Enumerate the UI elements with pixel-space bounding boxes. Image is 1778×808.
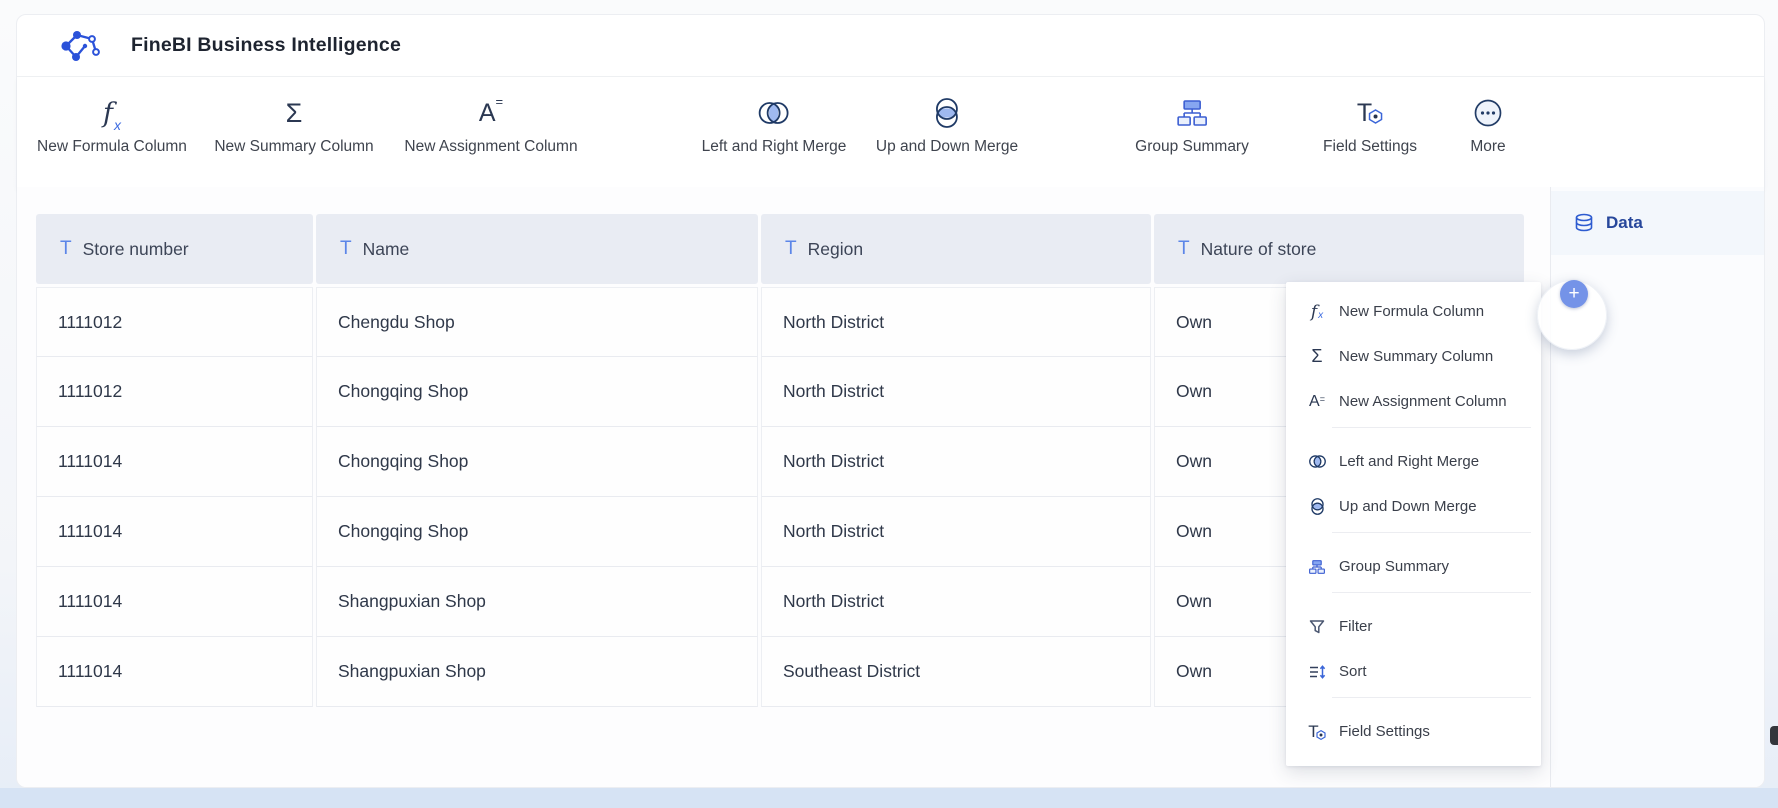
- table-cell: 1111012: [36, 357, 313, 427]
- menu-separator: [1332, 532, 1531, 533]
- table-cell: 1111014: [36, 427, 313, 497]
- toolbar-new-assignment-column[interactable]: A= New Assignment Column: [404, 91, 577, 156]
- menu-item-up-down-merge[interactable]: Up and Down Merge: [1286, 484, 1541, 529]
- venn-horizontal-icon: [1306, 451, 1328, 472]
- table-cell: Southeast District: [761, 637, 1151, 707]
- menu-separator: [1332, 697, 1531, 698]
- table-cell: North District: [761, 357, 1151, 427]
- table-cell: Shangpuxian Shop: [316, 567, 758, 637]
- toolbar-group-summary[interactable]: Group Summary: [1135, 91, 1249, 156]
- data-panel-tab[interactable]: Data: [1551, 191, 1764, 255]
- table-cell: Shangpuxian Shop: [316, 637, 758, 707]
- venn-vertical-icon: [1306, 496, 1328, 517]
- menu-item-left-right-merge[interactable]: Left and Right Merge: [1286, 439, 1541, 484]
- app-title: FineBI Business Intelligence: [131, 34, 401, 57]
- field-settings-icon: T: [1357, 91, 1383, 135]
- menu-item-new-formula-column[interactable]: fx New Formula Column: [1286, 289, 1541, 334]
- menu-item-new-assignment-column[interactable]: A= New Assignment Column: [1286, 379, 1541, 424]
- table-column-store-number: T Store number 1111012 1111012 1111014 1…: [36, 214, 313, 707]
- more-icon: [1470, 91, 1506, 135]
- toolbar-new-summary-column[interactable]: Σ New Summary Column: [214, 91, 373, 156]
- assignment-icon: A=: [479, 91, 503, 135]
- toolbar-item-label: New Assignment Column: [404, 138, 577, 156]
- column-header-name[interactable]: T Name: [316, 214, 758, 284]
- table-cell: Chongqing Shop: [316, 357, 758, 427]
- venn-horizontal-icon: [755, 91, 793, 135]
- table-cell: Chengdu Shop: [316, 287, 758, 357]
- toolbar-field-settings[interactable]: T Field Settings: [1323, 91, 1417, 156]
- sigma-icon: Σ: [286, 91, 303, 135]
- toolbar-up-down-merge[interactable]: Up and Down Merge: [876, 91, 1018, 156]
- sigma-icon: Σ: [1306, 346, 1328, 367]
- org-chart-icon: [1173, 91, 1211, 135]
- database-icon: [1573, 212, 1595, 234]
- filter-icon: [1306, 618, 1328, 636]
- table-cell: 1111014: [36, 637, 313, 707]
- table-cell: North District: [761, 287, 1151, 357]
- toolbar-item-label: More: [1470, 138, 1505, 156]
- column-context-menu: fx New Formula Column Σ New Summary Colu…: [1286, 282, 1541, 766]
- edge-handle[interactable]: [1770, 726, 1778, 745]
- field-settings-icon: T: [1306, 719, 1328, 744]
- column-header-nature-of-store[interactable]: T Nature of store: [1154, 214, 1524, 284]
- toolbar-new-formula-column[interactable]: fx New Formula Column: [37, 91, 187, 156]
- table-cell: 1111012: [36, 287, 313, 357]
- org-chart-icon: [1306, 557, 1328, 577]
- toolbar: fx New Formula Column Σ New Summary Colu…: [17, 77, 1764, 188]
- menu-item-filter[interactable]: Filter: [1286, 604, 1541, 649]
- table-cell: 1111014: [36, 497, 313, 567]
- assignment-icon: A=: [1306, 393, 1328, 411]
- menu-item-field-settings[interactable]: T Field Settings: [1286, 709, 1541, 754]
- app-window: FineBI Business Intelligence fx New Form…: [16, 14, 1765, 788]
- bottom-bar: [0, 788, 1778, 808]
- column-header-store-number[interactable]: T Store number: [36, 214, 313, 284]
- menu-item-sort[interactable]: Sort: [1286, 649, 1541, 694]
- venn-vertical-icon: [928, 91, 966, 135]
- toolbar-item-label: New Formula Column: [37, 138, 187, 156]
- fx-icon: fx: [1306, 302, 1328, 322]
- toolbar-left-right-merge[interactable]: Left and Right Merge: [702, 91, 847, 156]
- data-panel-title: Data: [1606, 213, 1643, 233]
- menu-separator: [1332, 427, 1531, 428]
- table-cell: North District: [761, 427, 1151, 497]
- table-cell: 1111014: [36, 567, 313, 637]
- finebi-logo-icon: [57, 26, 103, 66]
- toolbar-item-label: New Summary Column: [214, 138, 373, 156]
- text-type-icon: T: [60, 238, 72, 260]
- toolbar-item-label: Field Settings: [1323, 138, 1417, 156]
- menu-item-group-summary[interactable]: Group Summary: [1286, 544, 1541, 589]
- add-button[interactable]: +: [1560, 280, 1588, 308]
- table-column-region: T Region North District North District N…: [761, 214, 1151, 707]
- fx-icon: fx: [103, 91, 121, 135]
- menu-item-new-summary-column[interactable]: Σ New Summary Column: [1286, 334, 1541, 379]
- column-header-region[interactable]: T Region: [761, 214, 1151, 284]
- text-type-icon: T: [785, 238, 797, 260]
- text-type-icon: T: [1178, 238, 1190, 260]
- data-panel: Data: [1550, 187, 1764, 787]
- table-cell: North District: [761, 497, 1151, 567]
- toolbar-item-label: Left and Right Merge: [702, 138, 847, 156]
- table-column-name: T Name Chengdu Shop Chongqing Shop Chong…: [316, 214, 758, 707]
- toolbar-more[interactable]: More: [1470, 91, 1506, 156]
- menu-separator: [1332, 592, 1531, 593]
- app-header: FineBI Business Intelligence: [17, 15, 1764, 77]
- text-type-icon: T: [340, 238, 352, 260]
- toolbar-item-label: Up and Down Merge: [876, 138, 1018, 156]
- sort-icon: [1306, 663, 1328, 681]
- table-cell: Chongqing Shop: [316, 427, 758, 497]
- table-cell: North District: [761, 567, 1151, 637]
- table-cell: Chongqing Shop: [316, 497, 758, 567]
- toolbar-item-label: Group Summary: [1135, 138, 1249, 156]
